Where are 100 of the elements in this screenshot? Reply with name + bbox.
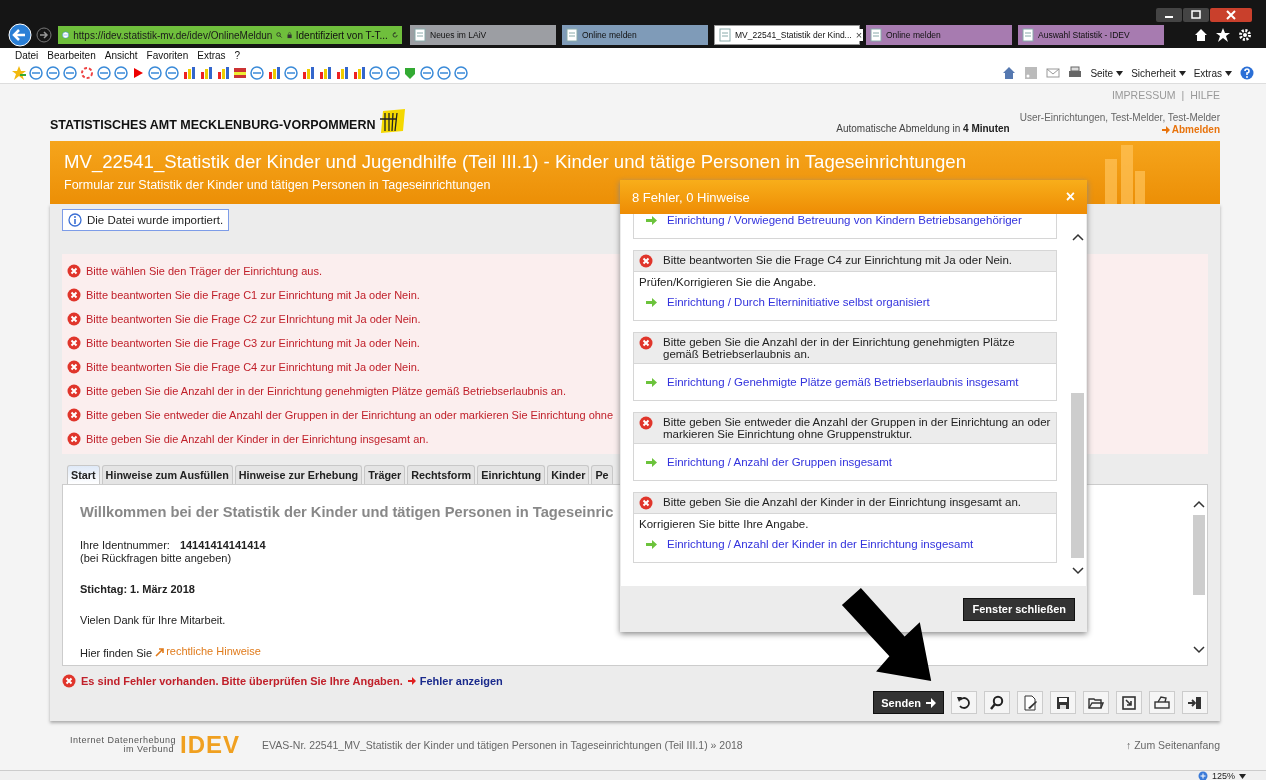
chart-icon[interactable] [182,66,196,80]
footer-text: EVAS-Nr. 22541_MV_Statistik der Kinder und tätigen Personen in Tageseinrichtungen (Teil III.1) » 2018 [262,739,743,751]
form-tab[interactable]: Start [67,465,100,484]
close-window-button[interactable]: Fenster schließen [963,597,1075,621]
help-icon[interactable] [1240,66,1254,80]
caret-icon [1225,70,1232,76]
browser-tab[interactable]: Online melden [866,25,1012,45]
browser-tab[interactable]: Auswahl Statistik - IDEV [1018,25,1164,45]
forward-icon[interactable] [36,27,52,43]
form-tab[interactable]: Hinweise zum Ausfüllen [101,465,233,484]
menu-item[interactable]: Bearbeiten [47,50,96,61]
command-menu[interactable]: Seite [1090,67,1124,79]
scroll-down-icon[interactable] [1070,566,1085,576]
loading-icon[interactable] [80,66,94,80]
printer-icon [1154,694,1170,711]
arrow-icon [645,296,657,308]
form-tab[interactable]: Kinder [547,465,590,484]
home-icon[interactable] [1194,28,1208,42]
url-text[interactable]: https://idev.statistik-mv.de/idev/OnlineMeldun [73,29,273,41]
id-note: (bei Rückfragen bitte angeben) [80,552,232,565]
browser-tab[interactable]: Online melden [562,25,708,45]
form-tab[interactable]: Träger [364,465,406,484]
settings-icon[interactable] [1238,28,1252,42]
arrow-icon [1161,125,1170,134]
menu-item[interactable]: ? [234,50,241,61]
arrow-icon [926,697,936,708]
browser-tab[interactable]: MV_22541_Statistik der Kind... × [714,25,860,45]
undo-button[interactable] [951,691,977,714]
address-field[interactable]: https://idev.statistik-mv.de/idev/OnlineMeldun Identifiziert von T-T... [58,26,402,44]
form-tab[interactable]: Einrichtung [477,465,546,484]
form-tab[interactable]: Rechtsform [407,465,476,484]
exit-icon [1187,694,1203,711]
print-icon[interactable] [1068,66,1083,80]
chart-icon[interactable] [352,66,366,80]
star-icon[interactable] [12,66,26,80]
floppy-disk-button[interactable] [1050,691,1076,714]
shield-icon[interactable] [403,66,417,80]
error-message: Bitte geben Sie die Anzahl der Kinder in der Einrichtung insgesamt an. [663,496,1021,508]
zoom-control[interactable]: 125% [1197,771,1246,780]
error-icon [67,264,81,278]
page-title: MV_22541_Statistik der Kinder und Jugendhilfe (Teil III.1) - Kinder und tätige Personen in Tageseinrichtungen [64,151,967,173]
field-link[interactable]: Einrichtung / Genehmigte Plätze gemäß Betriebserlaubnis insgesamt [667,376,1019,388]
chart-icon[interactable] [216,66,230,80]
search-icon[interactable] [276,29,283,41]
search-icon [989,694,1005,711]
show-errors-link[interactable]: Fehler anzeigen [419,675,503,687]
flag-icon[interactable] [233,66,247,80]
search-button[interactable] [984,691,1010,714]
play-icon[interactable] [131,66,145,80]
close-icon[interactable] [1210,8,1252,22]
arrow-icon [645,456,657,468]
exit-button[interactable] [1182,691,1208,714]
chart-icon[interactable] [267,66,281,80]
back-icon[interactable] [8,23,32,47]
folder-button[interactable] [1083,691,1109,714]
field-link[interactable]: Einrichtung / Anzahl der Gruppen insgesamt [667,456,893,468]
menu-item[interactable]: Datei [15,50,39,61]
menu-item[interactable]: Ansicht [104,50,138,61]
export-button[interactable] [1116,691,1142,714]
command-menu[interactable]: Extras [1193,67,1232,79]
id-number: 14141414141414 [179,539,266,551]
scroll-up-icon[interactable] [1070,232,1085,242]
maximize-icon[interactable] [1183,8,1209,22]
printer-button[interactable] [1149,691,1175,714]
document-edit-icon [1022,694,1038,711]
field-link[interactable]: Einrichtung / Anzahl der Kinder in der Einrichtung insgesamt [667,538,974,550]
star-icon[interactable] [1216,28,1230,42]
menu-item[interactable]: Extras [197,50,226,61]
hint-text: Korrigieren Sie bitte Ihre Angabe. [639,518,810,530]
scroll-thumb[interactable] [1071,393,1084,558]
scroll-thumb[interactable] [1193,515,1205,595]
refresh-icon[interactable] [391,29,398,41]
legal-text: Hier finden Sie [80,646,153,659]
chart-icon[interactable] [301,66,315,80]
chart-icon[interactable] [335,66,349,80]
error-icon [67,384,81,398]
error-icon [67,360,81,374]
scroll-up-icon[interactable] [1192,499,1206,509]
form-tab[interactable]: Pe [591,465,613,484]
field-link[interactable]: Einrichtung / Vorwiegend Betreuung von Kindern Betriebsangehöriger [667,214,1022,226]
form-tab[interactable]: Hinweise zur Erhebung [234,465,363,484]
menu-item[interactable]: Favoriten [146,50,189,61]
info-message: Die Datei wurde importiert. [62,209,230,231]
chart-icon[interactable] [199,66,213,80]
tab-close-icon[interactable]: × [854,29,864,41]
field-link[interactable]: Einrichtung / Durch Elterninitiative selbst organisiert [667,296,930,308]
back-to-top-link[interactable]: ↑ Zum Seitenanfang [1126,739,1220,751]
document-edit-button[interactable] [1017,691,1043,714]
chart-icon[interactable] [318,66,332,80]
send-button[interactable]: Senden [873,691,944,714]
scroll-down-icon[interactable] [1192,645,1206,655]
arrow-icon [645,214,657,226]
arrow-icon [645,376,657,388]
user-text: User-Einrichtungen, Test-Melder, Test-Melder [1019,112,1220,123]
minimize-icon[interactable] [1156,8,1182,22]
error-icon [639,336,653,350]
browser-tab[interactable]: Neues im LAiV [410,25,556,45]
error-message: Bitte beantworten Sie die Frage C4 zur Einrichtung mit Ja oder Nein. [86,361,420,373]
identity-text: Identifiziert von T-T... [295,29,388,41]
command-menu[interactable]: Sicherheit [1131,67,1186,79]
